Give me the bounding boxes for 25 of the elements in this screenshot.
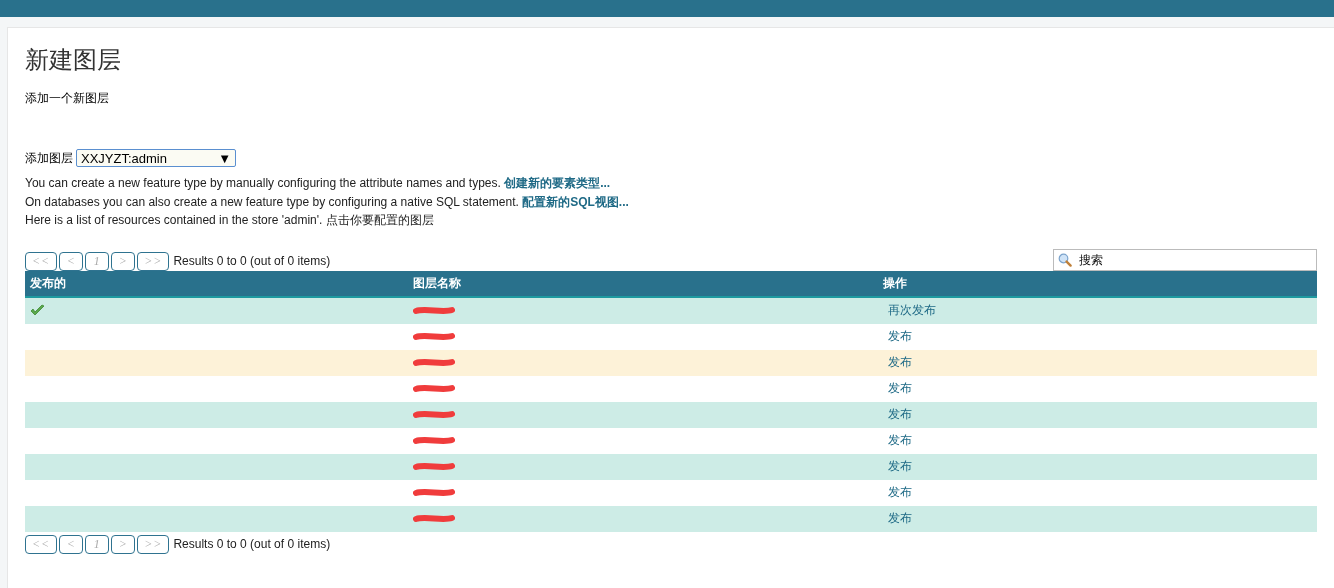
column-header: 图层名称 (412, 274, 462, 292)
results-summary: Results 0 to 0 (out of 0 items) (173, 537, 331, 551)
publish-link[interactable]: 发布 (883, 406, 912, 423)
publish-link[interactable]: 发布 (883, 354, 912, 371)
info-text: You can create a new feature type by manually configuring the attribute names and types. 创建新的要素类型... (25, 175, 612, 192)
publish-link[interactable]: 再次发布 (883, 302, 936, 319)
page-subtitle: 添加一个新图层 (25, 90, 109, 107)
publish-link[interactable]: 发布 (883, 432, 912, 449)
publish-link[interactable]: 发布 (883, 328, 912, 345)
search-field[interactable]: 搜索 (1053, 248, 1317, 271)
column-header: 操作 (882, 274, 908, 292)
column-header: 发布的 (29, 274, 67, 292)
info-text: Here is a list of resources contained in the store 'admin'. 点击你要配置的图层 (25, 212, 435, 229)
publish-link[interactable]: 发布 (883, 510, 912, 527)
results-summary: Results 0 to 0 (out of 0 items) (173, 254, 331, 268)
store-dropdown[interactable]: XXJYZT:admin ▼ (76, 149, 236, 167)
search-icon (1058, 252, 1072, 267)
publish-link[interactable]: 发布 (883, 484, 912, 501)
create-link[interactable]: 配置新的SQL视图... (522, 194, 629, 209)
create-link[interactable]: 创建新的要素类型... (504, 176, 611, 190)
publish-link[interactable]: 发布 (883, 458, 912, 475)
field-label: 添加图层 (25, 149, 73, 167)
publish-link[interactable]: 发布 (883, 380, 912, 397)
info-text: On databases you can also create a new feature type by configuring a native SQL statement. 配置新的SQL视图... (25, 193, 630, 211)
page-title: 新建图层 (25, 46, 122, 75)
